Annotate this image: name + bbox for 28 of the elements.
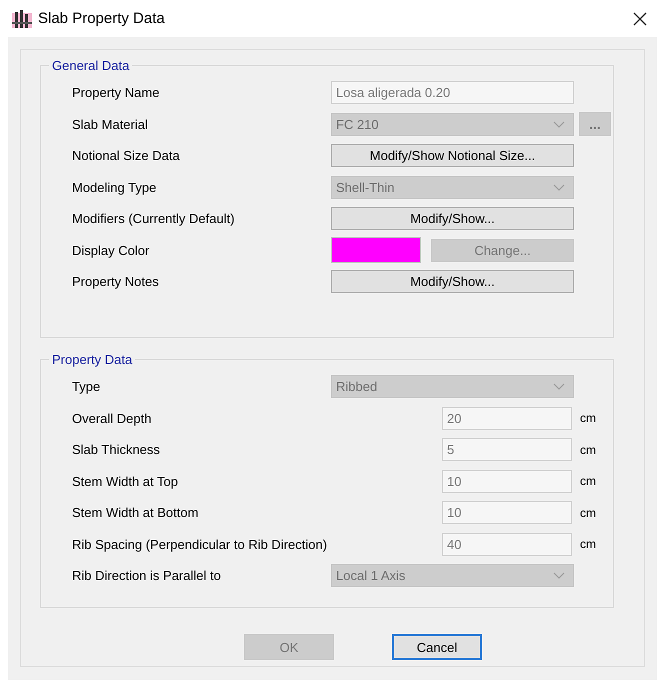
group-title: Property Data (51, 352, 134, 367)
close-icon[interactable] (633, 12, 647, 26)
modify-button[interactable]: Modify/Show Notional Size... (331, 144, 574, 168)
field-label: Slab Thickness (72, 442, 161, 458)
field-label: Stem Width at Top (72, 474, 179, 489)
field-label: Rib Spacing (Perpendicular to Rib Direction) (72, 536, 328, 552)
unit-label: cm (580, 442, 596, 457)
app-icon (12, 10, 32, 28)
field-label: Display Color (72, 242, 150, 258)
field-label: Stem Width at Bottom (72, 505, 200, 520)
group-title: General Data (51, 58, 130, 73)
field-label: Notional Size Data (72, 148, 181, 164)
unit-label: cm (580, 474, 596, 488)
modify-button[interactable]: Modify/Show... (331, 270, 574, 294)
field-label: Property Notes (72, 274, 160, 290)
field-label: Slab Material (72, 116, 149, 132)
field-label: Modeling Type (72, 180, 158, 195)
unit-label: cm (580, 537, 596, 552)
field-label: Type (72, 379, 102, 394)
field-label: Rib Direction is Parallel to (72, 568, 222, 584)
unit-label: cm (580, 411, 596, 426)
cancel-button[interactable]: Cancel (392, 634, 482, 660)
field-label: Modifiers (Currently Default) (72, 211, 236, 226)
window-title: Slab Property Data (38, 10, 166, 27)
field-label: Overall Depth (72, 410, 152, 426)
unit-label: cm (580, 506, 596, 520)
field-label: Property Name (72, 85, 160, 100)
modify-button[interactable]: Modify/Show... (331, 207, 574, 230)
